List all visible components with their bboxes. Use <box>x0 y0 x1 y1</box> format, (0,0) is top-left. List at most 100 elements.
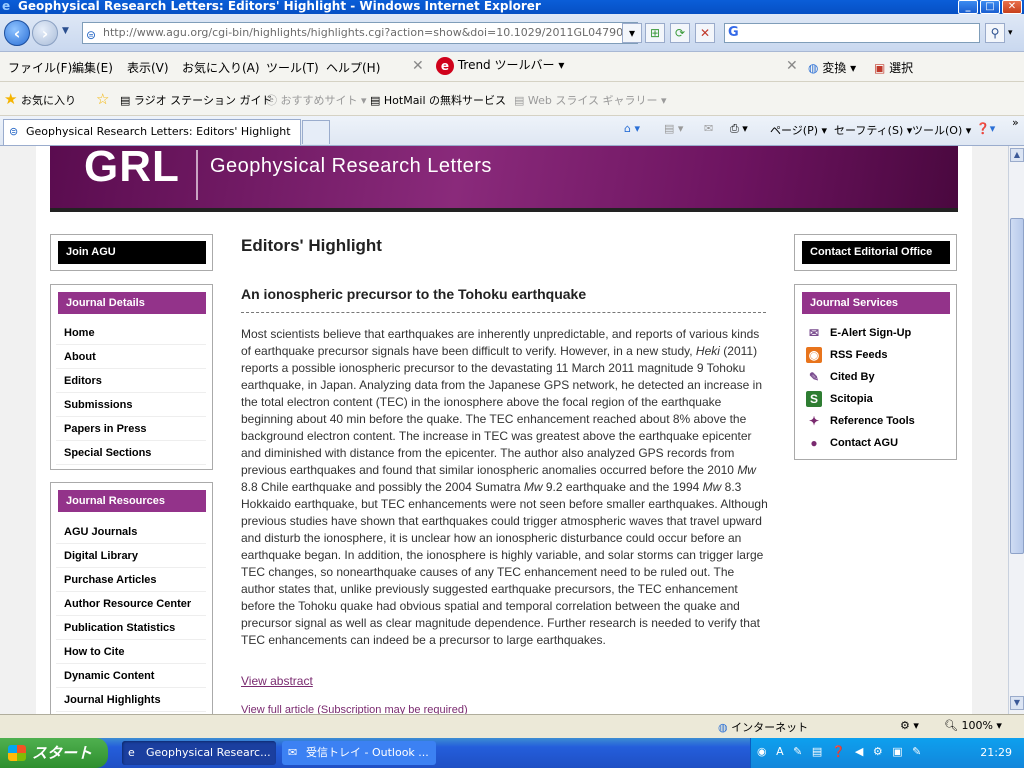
service-cited-by[interactable]: ✎ Cited By <box>802 366 915 388</box>
nav-purchase-articles[interactable]: Purchase Articles <box>56 568 206 592</box>
menu-bar: ファイル(F) 編集(E) 表示(V) お気に入り(A) ツール(T) ヘルプ(… <box>0 52 1024 82</box>
menu-edit[interactable]: 編集(E) <box>72 59 113 76</box>
nav-digital-library[interactable]: Digital Library <box>56 544 206 568</box>
star-icon: ★ <box>4 90 18 108</box>
trend-label: Trend ツールバー <box>457 58 555 72</box>
new-tab-button[interactable] <box>302 120 330 144</box>
divider <box>241 312 766 313</box>
search-icon[interactable]: ⚲ <box>985 23 1005 43</box>
nav-editors[interactable]: Editors <box>56 369 206 393</box>
taskbar: スタート e Geophysical Researc... ✉ 受信トレイ - Ou… <box>0 738 1024 768</box>
contact-editorial-office-button[interactable]: Contact Editorial Office <box>802 241 950 264</box>
nav-home[interactable]: Home <box>56 321 206 345</box>
service-e-alert[interactable]: ✉ E-Alert Sign-Up <box>802 322 915 344</box>
address-bar[interactable]: ⊜ http://www.agu.org/cgi-bin/highlights/… <box>82 22 638 44</box>
scroll-down-icon[interactable]: ▼ <box>1010 696 1024 710</box>
home-icon[interactable]: ⌂ ▾ <box>624 122 640 135</box>
tools-menu[interactable]: ツール(O) ▾ <box>912 122 971 138</box>
start-label: スタート <box>32 744 93 762</box>
favorite-link-webslice[interactable]: ▤ Web スライス ギャラリー ▾ <box>514 92 667 108</box>
mail-icon[interactable]: ✉ <box>704 122 713 135</box>
search-input[interactable]: G <box>724 23 980 43</box>
view-abstract-link[interactable]: View abstract <box>241 674 313 688</box>
page-icon: ⊜ <box>86 28 97 42</box>
nav-special-sections[interactable]: Special Sections <box>56 441 206 465</box>
view-full-article-link[interactable]: View full article (Subscription may be r… <box>241 704 468 714</box>
journal-services-list: ✉ E-Alert Sign-Up ◉ RSS Feeds ✎ Cited By SS… <box>802 322 915 454</box>
banner-logo: GRL <box>84 146 180 191</box>
nav-papers-in-press[interactable]: Papers in Press <box>56 417 206 441</box>
nav-journal-highlights[interactable]: Journal Highlights <box>56 688 206 712</box>
vertical-scrollbar[interactable]: ▲ ▼ <box>1008 146 1024 714</box>
favorite-link-hotmail[interactable]: ▤ HotMail の無料サービス <box>370 92 506 108</box>
menu-favorites[interactable]: お気に入り(A) <box>182 59 260 76</box>
menu-tools[interactable]: ツール(T) <box>266 59 319 76</box>
tab-active[interactable]: ⊜ Geophysical Research Letters: Editors'… <box>3 119 301 145</box>
convert-button[interactable]: ◍ 変換 ▾ <box>808 59 856 76</box>
zoom-control[interactable]: 🔍︎ 100% ▾ <box>944 719 1002 732</box>
chevron-more-icon[interactable]: » <box>1012 116 1019 129</box>
nav-about[interactable]: About <box>56 345 206 369</box>
print-icon[interactable]: ⎙ ▾ <box>730 122 748 136</box>
journal-details-heading: Journal Details <box>58 292 206 314</box>
scroll-up-icon[interactable]: ▲ <box>1010 148 1024 162</box>
address-dropdown-icon[interactable]: ▾ <box>622 23 642 43</box>
window-title: Geophysical Research Letters: Editors' H… <box>18 0 541 13</box>
nav-how-to-cite[interactable]: How to Cite <box>56 640 206 664</box>
favorite-link-radio[interactable]: ▤ ラジオ ステーション ガイド <box>120 92 272 108</box>
forward-button[interactable]: › <box>32 20 58 46</box>
journal-resources-list: AGU Journals Digital Library Purchase Ar… <box>56 520 206 712</box>
nav-submissions[interactable]: Submissions <box>56 393 206 417</box>
recent-pages-dropdown-icon[interactable]: ▼ <box>62 26 69 36</box>
page-menu[interactable]: ページ(P) ▾ <box>770 122 827 138</box>
window-controls: _ □ ✕ <box>958 0 1022 14</box>
help-icon[interactable]: ❓▾ <box>976 122 995 135</box>
close-toolbar-icon[interactable]: ✕ <box>412 58 424 74</box>
service-rss[interactable]: ◉ RSS Feeds <box>802 344 915 366</box>
stop-icon[interactable]: ✕ <box>695 23 715 43</box>
favorites-button[interactable]: ★ お気に入り <box>4 90 76 108</box>
service-reference-tools[interactable]: ✦ Reference Tools <box>802 410 915 432</box>
trend-toolbar[interactable]: e Trend ツールバー ▾ <box>436 56 564 75</box>
select-button[interactable]: ▣ 選択 <box>874 59 913 76</box>
select-label: 選択 <box>889 61 914 75</box>
select-icon: ▣ <box>874 61 886 75</box>
favorite-link-suggested[interactable]: ⓔ おすすめサイト ▾ <box>266 92 367 108</box>
tray-icons[interactable]: ◉ A ✎ ▤ ❓ ◀ ⚙ ▣ ✎ <box>757 745 924 758</box>
article-body: Most scientists believe that earthquakes… <box>241 327 768 647</box>
menu-file[interactable]: ファイル(F) <box>8 59 72 76</box>
protected-mode-icon[interactable]: ⚙ ▾ <box>900 719 919 732</box>
add-favorite-icon[interactable]: ☆ <box>96 90 109 108</box>
scitopia-icon: S <box>806 391 822 407</box>
nav-author-resource-center[interactable]: Author Resource Center <box>56 592 206 616</box>
start-button[interactable]: スタート <box>0 738 108 768</box>
web-page: GRL Geophysical Research Letters Join AG… <box>36 146 972 714</box>
compat-view-icon[interactable]: ⊞ <box>645 23 665 43</box>
author-name: Heki <box>695 344 720 358</box>
content-viewport: GRL Geophysical Research Letters Join AG… <box>0 146 1008 714</box>
close-button[interactable]: ✕ <box>1002 0 1022 14</box>
minimize-button[interactable]: _ <box>958 0 978 14</box>
service-scitopia[interactable]: S Scitopia <box>802 388 915 410</box>
pencil-icon: ✎ <box>808 370 820 384</box>
taskbar-item-browser[interactable]: e Geophysical Researc... <box>122 741 276 765</box>
search-options-icon[interactable]: ▾ <box>1008 28 1013 38</box>
join-agu-button[interactable]: Join AGU <box>58 241 206 264</box>
journal-resources-heading: Journal Resources <box>58 490 206 512</box>
maximize-button[interactable]: □ <box>980 0 1000 14</box>
refresh-icon[interactable]: ⟳ <box>670 23 690 43</box>
service-contact-agu[interactable]: ● Contact AGU <box>802 432 915 454</box>
close-toolbar-icon-2[interactable]: ✕ <box>786 58 798 74</box>
nav-agu-journals[interactable]: AGU Journals <box>56 520 206 544</box>
scroll-thumb[interactable] <box>1010 218 1024 554</box>
back-button[interactable]: ‹ <box>4 20 30 46</box>
nav-publication-statistics[interactable]: Publication Statistics <box>56 616 206 640</box>
menu-help[interactable]: ヘルプ(H) <box>326 59 380 76</box>
pin-icon: ✦ <box>808 414 820 428</box>
window-title-bar: e Geophysical Research Letters: Editors'… <box>0 0 1024 14</box>
nav-dynamic-content[interactable]: Dynamic Content <box>56 664 206 688</box>
taskbar-item-outlook[interactable]: ✉ 受信トレイ - Outlook ... <box>282 741 436 765</box>
menu-view[interactable]: 表示(V) <box>127 59 169 76</box>
feeds-icon[interactable]: ▤ ▾ <box>664 122 683 135</box>
safety-menu[interactable]: セーフティ(S) ▾ <box>834 122 912 138</box>
